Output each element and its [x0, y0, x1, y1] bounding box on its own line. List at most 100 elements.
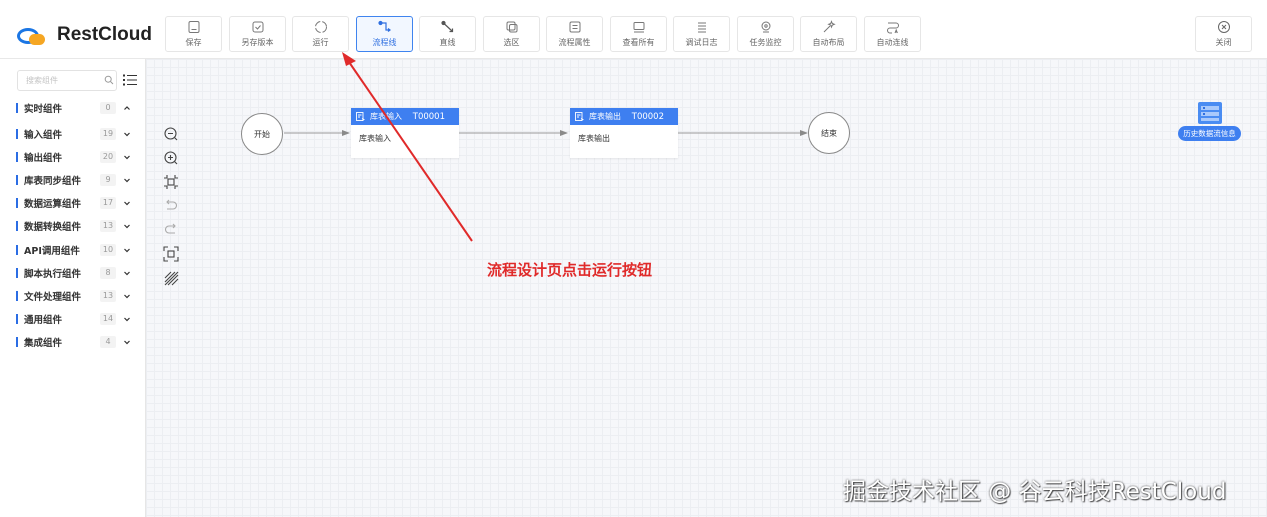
category-count: 19	[100, 128, 116, 140]
node-id: T00002	[631, 111, 664, 122]
node-header: 库表输入 T00001	[351, 108, 459, 125]
fit-view-icon[interactable]	[163, 174, 179, 190]
auto-connect-icon	[886, 22, 899, 34]
straight-line-label: 直线	[439, 38, 456, 47]
save-button[interactable]: 保存	[165, 16, 222, 52]
chevron-down-icon	[124, 224, 130, 229]
category-label: 脚本执行组件	[24, 269, 82, 280]
view-all-button[interactable]: 查看所有	[610, 16, 667, 52]
category-label: 实时组件	[24, 104, 63, 115]
category-count: 14	[100, 313, 116, 325]
chevron-down-icon	[124, 317, 130, 322]
debug-log-button[interactable]: 调试日志	[673, 16, 730, 52]
node-body: 库表输出	[578, 134, 610, 143]
server-icon	[1197, 102, 1222, 124]
save-icon	[188, 21, 199, 33]
history-dataflow-label: 历史数据流信息	[1178, 126, 1241, 141]
category-label: 数据转换组件	[24, 222, 82, 233]
table-input-node[interactable]: 库表输入 T00001 库表输入	[351, 108, 459, 158]
chevron-down-icon	[124, 340, 130, 345]
run-button[interactable]: 运行	[292, 16, 349, 52]
save-as-version-button[interactable]: 另存版本	[229, 16, 286, 52]
restcloud-logo-icon	[17, 24, 47, 46]
auto-connect-label: 自动连线	[876, 38, 909, 47]
annotation-text: 流程设计页点击运行按钮	[487, 261, 653, 279]
fullscreen-icon[interactable]	[163, 246, 179, 262]
category-count: 9	[100, 174, 116, 186]
flow-canvas[interactable]: 开始 库表输入 T00001 库表输入 库表输出 T00002 库表输出 结束 …	[146, 59, 1267, 517]
chevron-down-icon	[124, 178, 130, 183]
watermark: 掘金技术社区 @ 谷云科技RestCloud	[843, 479, 1227, 505]
select-area-label: 选区	[503, 38, 520, 47]
auto-connect-button[interactable]: 自动连线	[864, 16, 921, 52]
top-toolbar: RestCloud 保存 另存版本 运行 流程线 直线 选区 流程属性 查看所有…	[0, 0, 1267, 59]
table-output-node[interactable]: 库表输出 T00002 库表输出	[570, 108, 678, 158]
task-monitor-icon	[761, 21, 770, 33]
category-integration[interactable]: 集成组件 4	[16, 333, 136, 351]
list-view-icon[interactable]	[123, 73, 137, 87]
category-count: 13	[100, 290, 116, 302]
category-label: API调用组件	[24, 246, 80, 257]
flow-properties-button[interactable]: 流程属性	[546, 16, 603, 52]
category-count: 20	[100, 151, 116, 163]
app-name: RestCloud	[57, 24, 152, 45]
flow-line-label: 流程线	[372, 38, 397, 47]
save-as-icon	[252, 21, 263, 33]
grid-toggle-icon[interactable]	[163, 270, 179, 286]
table-input-icon	[356, 112, 365, 121]
category-table-sync[interactable]: 库表同步组件 9	[16, 171, 136, 189]
category-api-call[interactable]: API调用组件 10	[16, 241, 136, 259]
start-node-label: 开始	[254, 129, 270, 139]
zoom-out-icon[interactable]	[163, 126, 179, 142]
category-label: 库表同步组件	[24, 176, 82, 187]
zoom-in-icon[interactable]	[163, 150, 179, 166]
chevron-up-icon	[124, 106, 130, 110]
category-general[interactable]: 通用组件 14	[16, 310, 136, 328]
close-label: 关闭	[1215, 38, 1232, 47]
save-as-label: 另存版本	[241, 38, 274, 47]
category-count: 8	[100, 267, 116, 279]
run-icon	[314, 21, 327, 33]
category-label: 集成组件	[24, 338, 63, 349]
straight-line-button[interactable]: 直线	[419, 16, 476, 52]
history-dataflow-button[interactable]: 历史数据流信息	[1176, 102, 1243, 141]
search-icon[interactable]	[104, 75, 114, 85]
flow-properties-icon	[569, 21, 580, 33]
category-output[interactable]: 输出组件 20	[16, 148, 136, 166]
chevron-down-icon	[124, 271, 130, 276]
chevron-down-icon	[124, 294, 130, 299]
chevron-down-icon	[124, 155, 130, 160]
category-label: 输入组件	[24, 130, 63, 141]
task-monitor-button[interactable]: 任务监控	[737, 16, 794, 52]
redo-icon[interactable]	[163, 222, 179, 238]
category-file-processing[interactable]: 文件处理组件 13	[16, 287, 136, 305]
node-header: 库表输出 T00002	[570, 108, 678, 125]
close-button[interactable]: 关闭	[1195, 16, 1252, 52]
auto-layout-button[interactable]: 自动布局	[800, 16, 857, 52]
node-title: 库表输入	[370, 112, 402, 121]
run-label: 运行	[312, 38, 329, 47]
select-area-icon	[506, 21, 517, 33]
category-count: 13	[100, 220, 116, 232]
table-output-icon	[575, 112, 584, 121]
app-logo: RestCloud	[17, 20, 152, 50]
category-label: 文件处理组件	[24, 292, 82, 303]
category-count: 17	[100, 197, 116, 209]
chevron-down-icon	[124, 248, 130, 253]
category-script-exec[interactable]: 脚本执行组件 8	[16, 264, 136, 282]
flow-line-button[interactable]: 流程线	[356, 16, 413, 52]
category-data-transform[interactable]: 数据转换组件 13	[16, 217, 136, 235]
category-label: 通用组件	[24, 315, 63, 326]
start-node[interactable]: 开始	[241, 113, 283, 155]
view-all-label: 查看所有	[622, 38, 655, 47]
category-realtime[interactable]: 实时组件 0	[16, 99, 136, 117]
category-input[interactable]: 输入组件 19	[16, 125, 136, 143]
component-search-input[interactable]	[17, 70, 117, 91]
end-node[interactable]: 结束	[808, 112, 850, 154]
undo-icon[interactable]	[163, 198, 179, 214]
category-data-compute[interactable]: 数据运算组件 17	[16, 194, 136, 212]
select-area-button[interactable]: 选区	[483, 16, 540, 52]
auto-layout-icon	[823, 20, 836, 33]
category-count: 10	[100, 244, 116, 256]
end-node-label: 结束	[821, 128, 837, 138]
